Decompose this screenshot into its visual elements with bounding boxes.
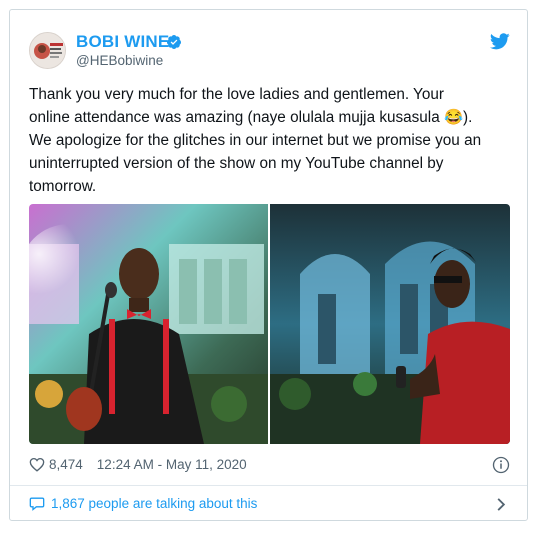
tweet-card: BOBI WINE @HEBobiwine Thank you very muc… [9,9,528,521]
tweet-text-line: Thank you very much for the love ladies … [29,86,444,103]
twitter-bird-icon[interactable] [490,33,510,50]
info-icon[interactable] [492,456,510,474]
heart-icon[interactable] [29,457,45,472]
tweet-text-line: We apologize for the glitches in our int… [29,132,482,149]
tweet-media[interactable] [29,204,510,444]
chevron-right-icon[interactable] [496,497,506,512]
user-handle[interactable]: @HEBobiwine [76,53,163,68]
conversation-link[interactable]: 1,867 people are talking about this [29,496,257,511]
tweet-timestamp[interactable]: 12:24 AM - May 11, 2020 [97,457,247,472]
verified-badge-icon [166,35,181,49]
display-name[interactable]: BOBI WINE [76,32,169,52]
tears-of-joy-emoji-icon: 😂 [443,109,464,126]
tweet-text-line: tomorrow. [29,178,97,195]
like-count[interactable]: 8,474 [49,457,83,472]
photo-performer-red-vest[interactable] [270,204,510,444]
tweet-text: Thank you very much for the love ladies … [29,83,514,198]
speech-bubble-icon [29,497,45,511]
tweet-text-line: uninterrupted version of the show on my … [29,155,444,172]
tweet-text-line: online attendance was amazing (naye olul… [29,109,473,126]
photo-performer-with-microphone[interactable] [29,204,268,444]
divider [10,485,527,486]
conversation-count-text[interactable]: 1,867 people are talking about this [51,496,257,511]
avatar-image [30,33,65,68]
avatar[interactable] [29,32,66,69]
tweet-text-fragment: online attendance was amazing (naye olul… [29,109,440,126]
tweet-meta: 8,474 12:24 AM - May 11, 2020 [29,457,247,472]
